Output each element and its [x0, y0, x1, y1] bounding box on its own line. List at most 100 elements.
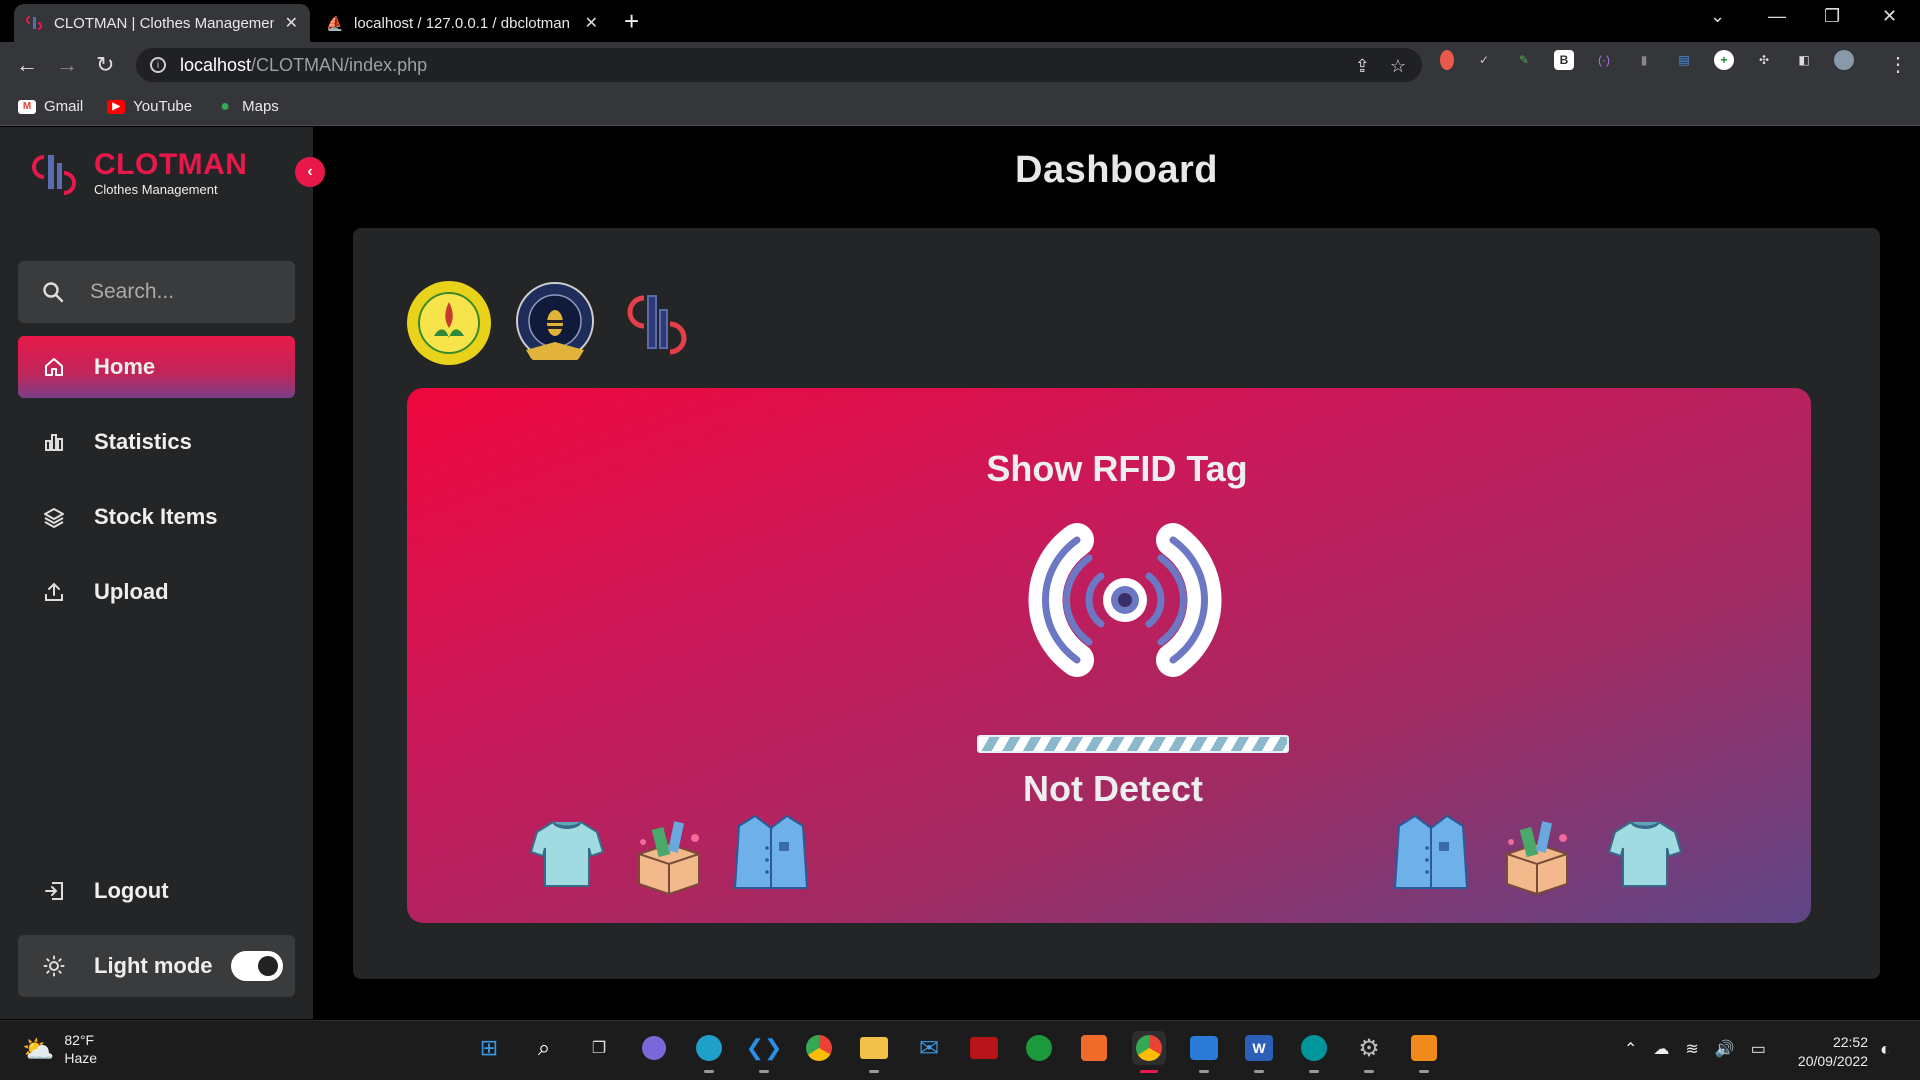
jacket-icon: [1393, 814, 1469, 889]
tab-search-icon[interactable]: ⌄: [1710, 6, 1725, 27]
maps-pin-icon: ●: [220, 97, 230, 115]
close-window-icon[interactable]: ✕: [1882, 6, 1897, 27]
plus-extension-icon[interactable]: +: [1714, 50, 1734, 70]
xampp-icon[interactable]: [1077, 1031, 1111, 1065]
bookmarks-bar: M Gmail ▶ YouTube ● Maps: [0, 88, 1920, 126]
rfid-card: Show RFID Tag Not Detect: [407, 388, 1811, 923]
search-icon[interactable]: ⌕: [527, 1031, 561, 1065]
search-icon: [43, 282, 64, 303]
task-view-icon[interactable]: ❐: [582, 1031, 616, 1065]
bars-extension-icon[interactable]: ▮: [1634, 50, 1654, 70]
forward-icon[interactable]: →: [56, 52, 78, 78]
nav-item-home[interactable]: Home: [18, 336, 295, 398]
url-path: /CLOTMAN/index.php: [251, 54, 428, 75]
start-button-icon[interactable]: ⊞: [472, 1031, 506, 1065]
onedrive-cloud-icon[interactable]: ☁: [1653, 1039, 1669, 1059]
gmail-icon: M: [18, 99, 36, 114]
logout-label: Logout: [94, 878, 169, 903]
close-tab-icon[interactable]: ✕: [585, 13, 598, 33]
battery-icon[interactable]: ▭: [1751, 1039, 1766, 1059]
extension-icon[interactable]: [1440, 50, 1454, 70]
new-tab-icon[interactable]: +: [624, 6, 639, 37]
check-extension-icon[interactable]: ✓: [1474, 50, 1494, 70]
tab-title: localhost / 127.0.0.1 / dbclotman: [354, 14, 570, 32]
sidebar: CLOTMAN Clothes Management Home Statisti…: [0, 127, 313, 1019]
tshirt-icon: [1607, 820, 1683, 887]
volume-icon[interactable]: 🔊: [1715, 1039, 1735, 1059]
logout-button[interactable]: Logout: [18, 860, 295, 922]
url-host: localhost: [180, 54, 252, 75]
cast-extension-icon[interactable]: (·): [1594, 50, 1614, 70]
teams-chat-icon[interactable]: [637, 1031, 671, 1065]
search-box[interactable]: [18, 261, 295, 323]
light-mode-row: Light mode: [18, 935, 295, 997]
minimize-icon[interactable]: —: [1768, 6, 1786, 27]
bookmark-youtube[interactable]: ▶ YouTube: [107, 98, 192, 115]
chevron-up-icon[interactable]: ⌃: [1624, 1039, 1637, 1059]
restore-icon[interactable]: ❐: [1824, 6, 1840, 27]
docs-extension-icon[interactable]: ▤: [1674, 50, 1694, 70]
logout-icon: [42, 879, 66, 903]
bookmark-label: YouTube: [133, 98, 193, 115]
nav-item-statistics[interactable]: Statistics: [18, 411, 295, 473]
edge-icon[interactable]: [692, 1031, 726, 1073]
weather-temperature: 82°F: [64, 1032, 95, 1048]
clotman-logo-large: [627, 295, 687, 355]
notification-icon[interactable]: ◐: [1880, 1039, 1891, 1060]
profile-avatar[interactable]: [1834, 50, 1854, 70]
file-explorer-icon[interactable]: [857, 1031, 891, 1073]
layers-icon: [42, 505, 66, 529]
browser-menu-icon[interactable]: ⋮: [1888, 52, 1908, 77]
red-app-icon[interactable]: [967, 1031, 1001, 1065]
site-info-icon[interactable]: i: [150, 57, 166, 73]
arduino-icon[interactable]: [1297, 1031, 1331, 1073]
clotman-favicon-icon: [26, 14, 44, 32]
app-logo[interactable]: CLOTMAN Clothes Management: [28, 149, 247, 197]
b-extension-icon[interactable]: B: [1554, 50, 1574, 70]
nav-item-upload[interactable]: Upload: [18, 561, 295, 623]
bookmark-maps[interactable]: ● Maps: [216, 97, 279, 116]
side-panel-icon[interactable]: ◧: [1794, 50, 1814, 70]
bookmark-gmail[interactable]: M Gmail: [18, 98, 83, 115]
puzzle-extensions-icon[interactable]: ✣: [1754, 50, 1774, 70]
sun-icon: [42, 954, 66, 978]
back-icon[interactable]: ←: [16, 52, 38, 78]
bookmark-star-icon[interactable]: ☆: [1390, 56, 1406, 77]
toggle-knob: [258, 956, 278, 976]
share-icon[interactable]: ⇪: [1355, 56, 1370, 77]
chrome-active-icon[interactable]: [1132, 1031, 1166, 1073]
chrome-icon[interactable]: [802, 1031, 836, 1065]
clothes-box-icon: [638, 821, 700, 896]
reload-icon[interactable]: ↻: [96, 52, 114, 78]
mail-icon[interactable]: ✉: [912, 1031, 946, 1065]
bar-chart-icon: [42, 430, 66, 454]
sidebar-collapse-button[interactable]: ‹: [295, 157, 325, 187]
vscode-icon[interactable]: ❮❯: [746, 1031, 782, 1073]
main-content: Dashboard Show RFID Tag Not Detect: [313, 127, 1920, 1019]
tshirt-icon: [529, 820, 605, 887]
xbox-icon[interactable]: [1022, 1031, 1056, 1065]
settings-gear-icon[interactable]: ⚙: [1352, 1031, 1386, 1073]
chevron-left-icon: ‹: [307, 163, 313, 180]
nav-label: Stock Items: [94, 504, 218, 529]
weather-condition: Haze: [64, 1050, 98, 1066]
word-icon[interactable]: W: [1242, 1031, 1276, 1073]
nav-item-stock-items[interactable]: Stock Items: [18, 486, 295, 548]
light-mode-toggle[interactable]: [231, 951, 283, 981]
orange-app-icon[interactable]: [1407, 1031, 1441, 1073]
search-input[interactable]: [90, 280, 270, 304]
institution-logos: [406, 280, 704, 366]
clotman-logo-icon: [28, 149, 82, 197]
browser-tab-phpmyadmin[interactable]: ⛵ localhost / 127.0.0.1 / dbclotman ✕: [314, 4, 610, 42]
photos-icon[interactable]: [1187, 1031, 1221, 1073]
pen-extension-icon[interactable]: ✎: [1514, 50, 1534, 70]
wifi-icon[interactable]: ≋: [1685, 1039, 1698, 1059]
faculty-emblem-logo: [516, 282, 594, 360]
weather-widget[interactable]: ⛅ 82°F Haze: [22, 1031, 97, 1067]
system-clock[interactable]: 22:52 20/09/2022: [1786, 1033, 1868, 1071]
upload-icon: [42, 580, 66, 604]
windows-taskbar: ⛅ 82°F Haze ⊞ ⌕ ❐ ❮❯ ✉ W ⚙ ⌃ ☁ ≋ 🔊 ▭ 22:…: [0, 1020, 1920, 1080]
address-bar[interactable]: i localhost/CLOTMAN/index.php ⇪ ☆: [136, 48, 1422, 82]
browser-tab-clotman[interactable]: CLOTMAN | Clothes Management ✕: [14, 4, 310, 42]
close-tab-icon[interactable]: ✕: [285, 13, 298, 33]
